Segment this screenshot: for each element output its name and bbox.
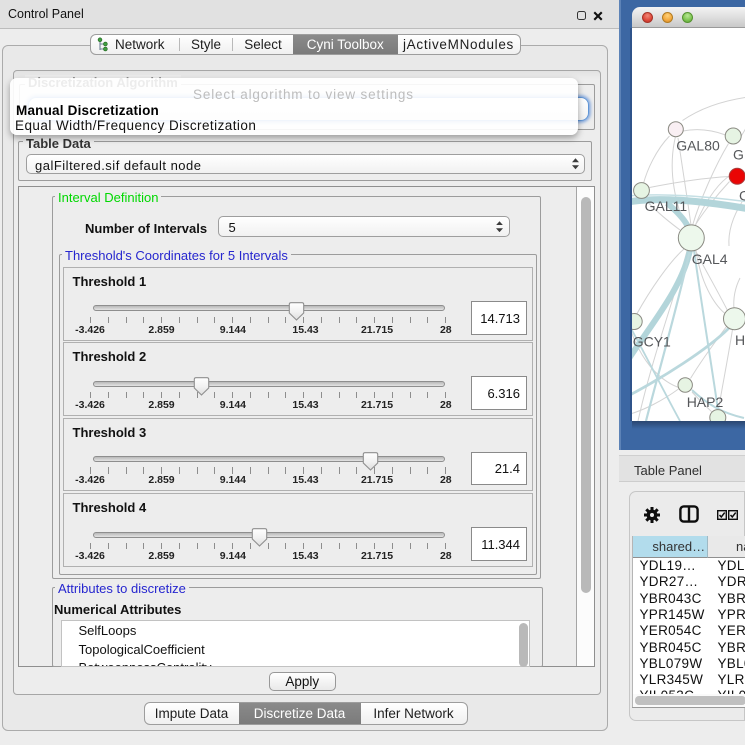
- svg-text:HAP2: HAP2: [686, 394, 723, 410]
- svg-text:GAL80: GAL80: [676, 137, 720, 153]
- svg-text:G.: G.: [733, 146, 745, 162]
- svg-text:H: H: [735, 332, 745, 348]
- svg-text:GAL11: GAL11: [644, 198, 687, 214]
- svg-text:GCY1: GCY1: [632, 333, 670, 349]
- svg-text:GAL4: GAL4: [691, 251, 727, 267]
- svg-text:C: C: [739, 187, 745, 203]
